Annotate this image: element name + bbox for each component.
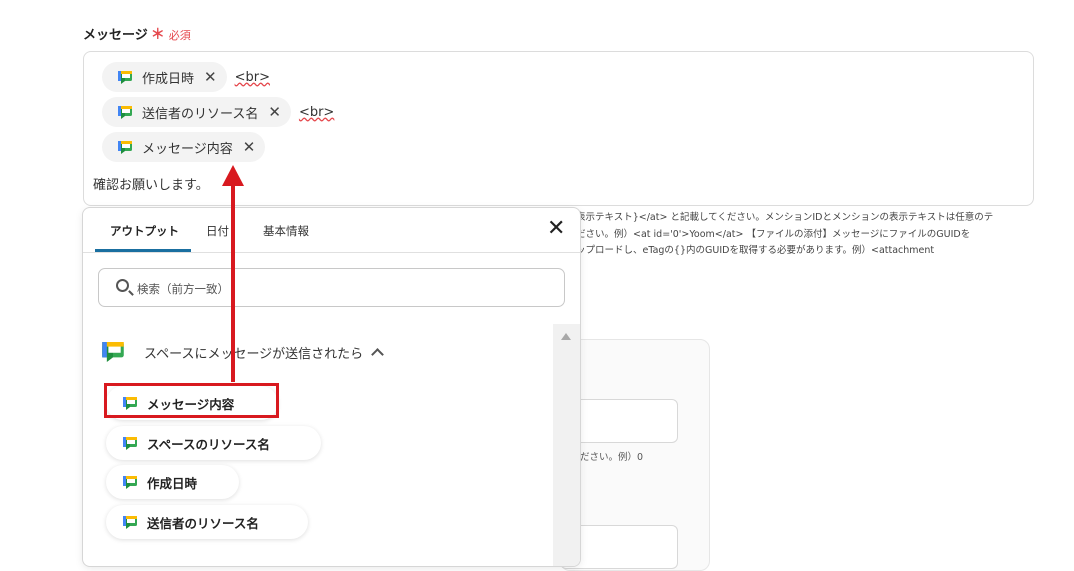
google-chat-icon [118,106,132,119]
remove-chip-icon[interactable]: ✕ [268,103,281,121]
br-tag: <br> [235,70,270,85]
br-text: <br> [298,104,335,120]
br-tag: <br> [299,105,334,120]
google-chat-icon [123,437,137,450]
annotation-arrow-head [222,165,244,186]
field-label: メッセージ＊必須 [83,24,191,44]
help-line: 表示テキスト}</at> と記載してください。メンションIDとメンションの表示テ… [576,212,994,223]
search-box[interactable] [98,268,565,307]
output-item-space-resource[interactable]: スペースのリソース名 [106,426,321,460]
output-item-label: 送信者のリソース名 [147,515,259,531]
chip-label: メッセージ内容 [142,141,233,157]
tab-basic-info[interactable]: 基本情報 [263,223,309,239]
editor-text: 確認お願いします。 [93,178,209,193]
google-chat-icon [118,71,132,84]
scroll-up-arrow-icon[interactable] [561,333,571,340]
output-item-created-at[interactable]: 作成日時 [106,465,239,499]
google-chat-icon [102,342,124,362]
chevron-up-icon [371,348,385,361]
variable-chip[interactable]: 送信者のリソース名 ✕ [102,97,291,127]
tab-date[interactable]: 日付 [206,223,229,239]
section-title: スペースにメッセージが送信されたら [144,346,364,362]
google-chat-icon [118,141,132,154]
google-chat-icon [123,476,137,489]
tab-bar: アウトプット 日付 基本情報 ✕ [83,208,580,253]
chip-label: 作成日時 [142,71,195,87]
help-text: 表示テキスト}</at> と記載してください。メンションIDとメンションの表示テ… [576,210,1046,260]
variable-chip[interactable]: メッセージ内容 ✕ [102,132,266,162]
editor-line: 作成日時 ✕ <br> [102,62,270,92]
tab-output[interactable]: アウトプット [110,223,179,239]
chip-label: 送信者のリソース名 [142,106,259,122]
output-item-label: スペースのリソース名 [147,436,270,452]
field-label-text: メッセージ [83,28,148,43]
scrollbar[interactable] [553,324,580,566]
active-tab-indicator [95,249,191,252]
help-line: ださい。例）<at id='0'>Yoom</at> 【ファイルの添付】メッセー… [576,228,971,240]
remove-chip-icon[interactable]: ✕ [243,138,256,156]
variable-chip[interactable]: 作成日時 ✕ [102,62,227,92]
background-help-text: ださい。例）0 [580,452,644,463]
search-icon [116,279,129,292]
br-text: <br> [234,69,270,85]
annotation-arrow-line [231,183,235,382]
remove-chip-icon[interactable]: ✕ [204,68,217,86]
google-chat-icon [123,516,137,529]
output-item-sender-resource[interactable]: 送信者のリソース名 [106,505,308,539]
required-mark: ＊ [150,27,165,43]
required-text: 必須 [168,29,191,42]
close-icon[interactable]: ✕ [547,218,565,240]
search-input[interactable] [135,277,439,301]
trigger-section-header[interactable]: スペースにメッセージが送信されたら [102,342,385,362]
output-item-label: 作成日時 [147,475,198,491]
editor-line: メッセージ内容 ✕ [102,132,266,162]
annotation-highlight-box [104,383,279,418]
editor-line: 送信者のリソース名 ✕ <br> [102,97,334,127]
help-line: ップロードし、eTagの{}内のGUIDを取得する必要があります。例）<atta… [576,245,935,256]
